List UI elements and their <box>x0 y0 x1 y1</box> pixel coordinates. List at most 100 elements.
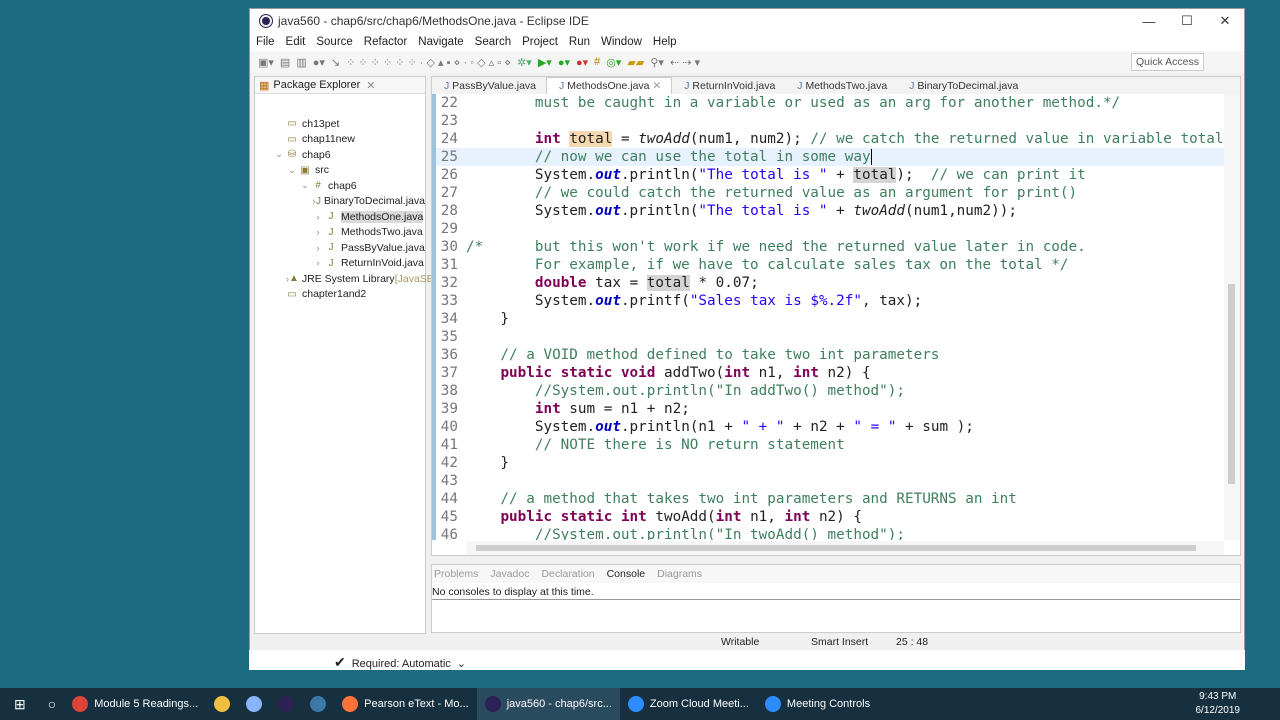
quick-access-input[interactable]: Quick Access <box>1130 53 1204 71</box>
taskbar-item[interactable] <box>206 688 238 720</box>
taskbar-item[interactable]: java560 - chap6/src... <box>476 688 620 720</box>
taskbar-item[interactable] <box>302 688 334 720</box>
editor-tab-label: MethodsTwo.java <box>805 80 888 92</box>
menu-file[interactable]: File <box>256 36 275 48</box>
external-tools-icon[interactable]: ●▾ <box>576 56 588 69</box>
system-clock[interactable]: 9:43 PM 6/12/2019 <box>1196 690 1241 718</box>
run-icon[interactable]: ▶▾ <box>538 56 552 69</box>
taskbar-item[interactable]: Pearson eText - Mo... <box>334 688 477 720</box>
expand-toggle-icon[interactable]: › <box>312 243 324 253</box>
tree-item[interactable]: › J PassByValue.java <box>255 240 425 256</box>
close-button[interactable]: ✕ <box>1206 9 1244 33</box>
close-tab-icon[interactable]: ✕ <box>650 80 661 92</box>
code-area[interactable]: 22 must be caught in a variable or used … <box>432 94 1224 540</box>
code-token: out <box>595 203 621 219</box>
skip-breakpoints-icon[interactable]: ↘ <box>331 56 340 69</box>
taskbar-item[interactable] <box>238 688 270 720</box>
tree-item[interactable]: › J BinaryToDecimal.java <box>255 194 425 210</box>
vertical-scrollbar[interactable] <box>1224 94 1240 540</box>
code-token: out <box>595 293 621 309</box>
package-explorer-tab[interactable]: Package Explorer <box>273 79 360 91</box>
gutter-marker <box>432 94 436 112</box>
expand-toggle-icon[interactable]: › <box>312 258 324 268</box>
tree-item[interactable]: ⌄ ⛁ chap6 <box>255 147 425 163</box>
expand-toggle-icon[interactable]: ⌄ <box>286 165 298 176</box>
toolbar-icons[interactable]: ⁘ ⁘ ⁘ ⁘ ⁘ ⁘ · ◇ ▴ ▪ ⋄ · ◦ ◇ ▵ ▫ ⋄ <box>346 56 511 69</box>
expand-toggle-icon[interactable]: › <box>312 227 324 237</box>
editor-tab[interactable]: J BinaryToDecimal.java <box>897 80 1028 94</box>
tree-item[interactable]: › ▲ JRE System Library [JavaSE-1 <box>255 271 443 287</box>
tab-problems[interactable]: Problems <box>434 568 478 580</box>
horizontal-scrollbar[interactable] <box>466 541 1224 555</box>
close-tab-icon[interactable]: ✕ <box>366 79 375 92</box>
tree-item[interactable]: ▭ ch13pet <box>255 116 425 132</box>
menu-help[interactable]: Help <box>653 36 677 48</box>
tree-item[interactable]: › J MethodsOne.java <box>255 209 425 225</box>
code-line: 24 int total = twoAdd(num1, num2); // we… <box>432 130 1224 148</box>
tab-javadoc[interactable]: Javadoc <box>490 568 529 580</box>
expand-toggle-icon[interactable]: ⌄ <box>273 149 285 160</box>
open-folder-icon[interactable]: ▰▰ <box>627 56 644 69</box>
code-token: System. <box>466 203 596 219</box>
menu-refactor[interactable]: Refactor <box>364 36 407 48</box>
code-token: total <box>853 167 897 183</box>
chevron-down-icon[interactable]: ⌄ <box>457 658 466 670</box>
menu-source[interactable]: Source <box>316 36 352 48</box>
code-line: 41 // NOTE there is NO return statement <box>432 436 1224 454</box>
expand-toggle-icon[interactable]: › <box>312 212 324 222</box>
open-type-icon[interactable]: ◎▾ <box>606 56 621 69</box>
tab-diagrams[interactable]: Diagrams <box>657 568 702 580</box>
code-editor[interactable]: J PassByValue.java J MethodsOne.java ✕ J R… <box>431 76 1241 556</box>
nav-icons[interactable]: ⇠ ⇢ ▾ <box>670 56 700 69</box>
tree-item[interactable]: › J ReturnInVoid.java <box>255 256 425 272</box>
save-icon[interactable]: ▤ <box>280 56 290 69</box>
start-button[interactable]: ⊞ <box>0 688 40 720</box>
tree-item-label: chapter1and2 <box>302 288 367 301</box>
menu-run[interactable]: Run <box>569 36 590 48</box>
tree-item[interactable]: ▭ chap11new <box>255 132 425 148</box>
tab-declaration[interactable]: Declaration <box>541 568 594 580</box>
taskbar-item[interactable]: Zoom Cloud Meeti... <box>620 688 757 720</box>
tree-item[interactable]: ▭ chapter1and2 <box>255 287 425 303</box>
new-class-icon[interactable]: # <box>594 56 600 68</box>
editor-tab[interactable]: J PassByValue.java <box>432 80 546 94</box>
coverage-icon[interactable]: ●▾ <box>558 56 570 69</box>
menu-search[interactable]: Search <box>475 36 511 48</box>
editor-tab[interactable]: J MethodsTwo.java <box>785 80 897 94</box>
menu-edit[interactable]: Edit <box>286 36 306 48</box>
expand-toggle-icon[interactable]: ⌄ <box>299 180 311 191</box>
gutter-marker <box>432 436 436 454</box>
save-all-icon[interactable]: ▥ <box>296 56 306 69</box>
status-insert-mode: Smart Insert <box>811 636 869 648</box>
tree-item[interactable]: › J MethodsTwo.java <box>255 225 425 241</box>
code-token: "The total is " <box>698 167 828 183</box>
cortana-icon[interactable]: ○ <box>40 688 64 720</box>
code-token: = <box>612 131 639 147</box>
editor-tab[interactable]: J ReturnInVoid.java <box>672 80 785 94</box>
search-icon[interactable]: ⚲▾ <box>650 56 664 69</box>
gutter-marker <box>432 148 436 166</box>
taskbar-item[interactable]: Meeting Controls <box>757 688 878 720</box>
taskbar-item[interactable]: Module 5 Readings... <box>64 688 206 720</box>
menu-navigate[interactable]: Navigate <box>418 36 463 48</box>
taskbar: ⊞ ○ Module 5 Readings... Pearson eText - … <box>0 688 1280 720</box>
tree-item-label: src <box>315 164 329 177</box>
tree-item[interactable]: ⌄ # chap6 <box>255 178 425 194</box>
tab-console[interactable]: Console <box>607 568 646 580</box>
menu-project[interactable]: Project <box>522 36 558 48</box>
new-icon[interactable]: ▣▾ <box>258 56 274 69</box>
app-icon <box>310 696 327 712</box>
window-title: java560 - chap6/src/chap6/MethodsOne.jav… <box>278 14 589 28</box>
debug-icon[interactable]: ✲▾ <box>517 56 532 69</box>
minimize-button[interactable]: — <box>1130 9 1168 33</box>
debug-config-icon[interactable]: ●▾ <box>313 56 325 69</box>
taskbar-item[interactable] <box>270 688 302 720</box>
tree-item[interactable]: ⌄ ▣ src <box>255 163 425 179</box>
menu-window[interactable]: Window <box>601 36 642 48</box>
maximize-button[interactable]: ☐ <box>1168 9 1206 33</box>
tree-item-label: chap6 <box>328 179 357 192</box>
editor-tab[interactable]: J MethodsOne.java ✕ <box>546 77 673 94</box>
gutter-marker <box>432 274 436 292</box>
code-token: int <box>784 509 811 525</box>
